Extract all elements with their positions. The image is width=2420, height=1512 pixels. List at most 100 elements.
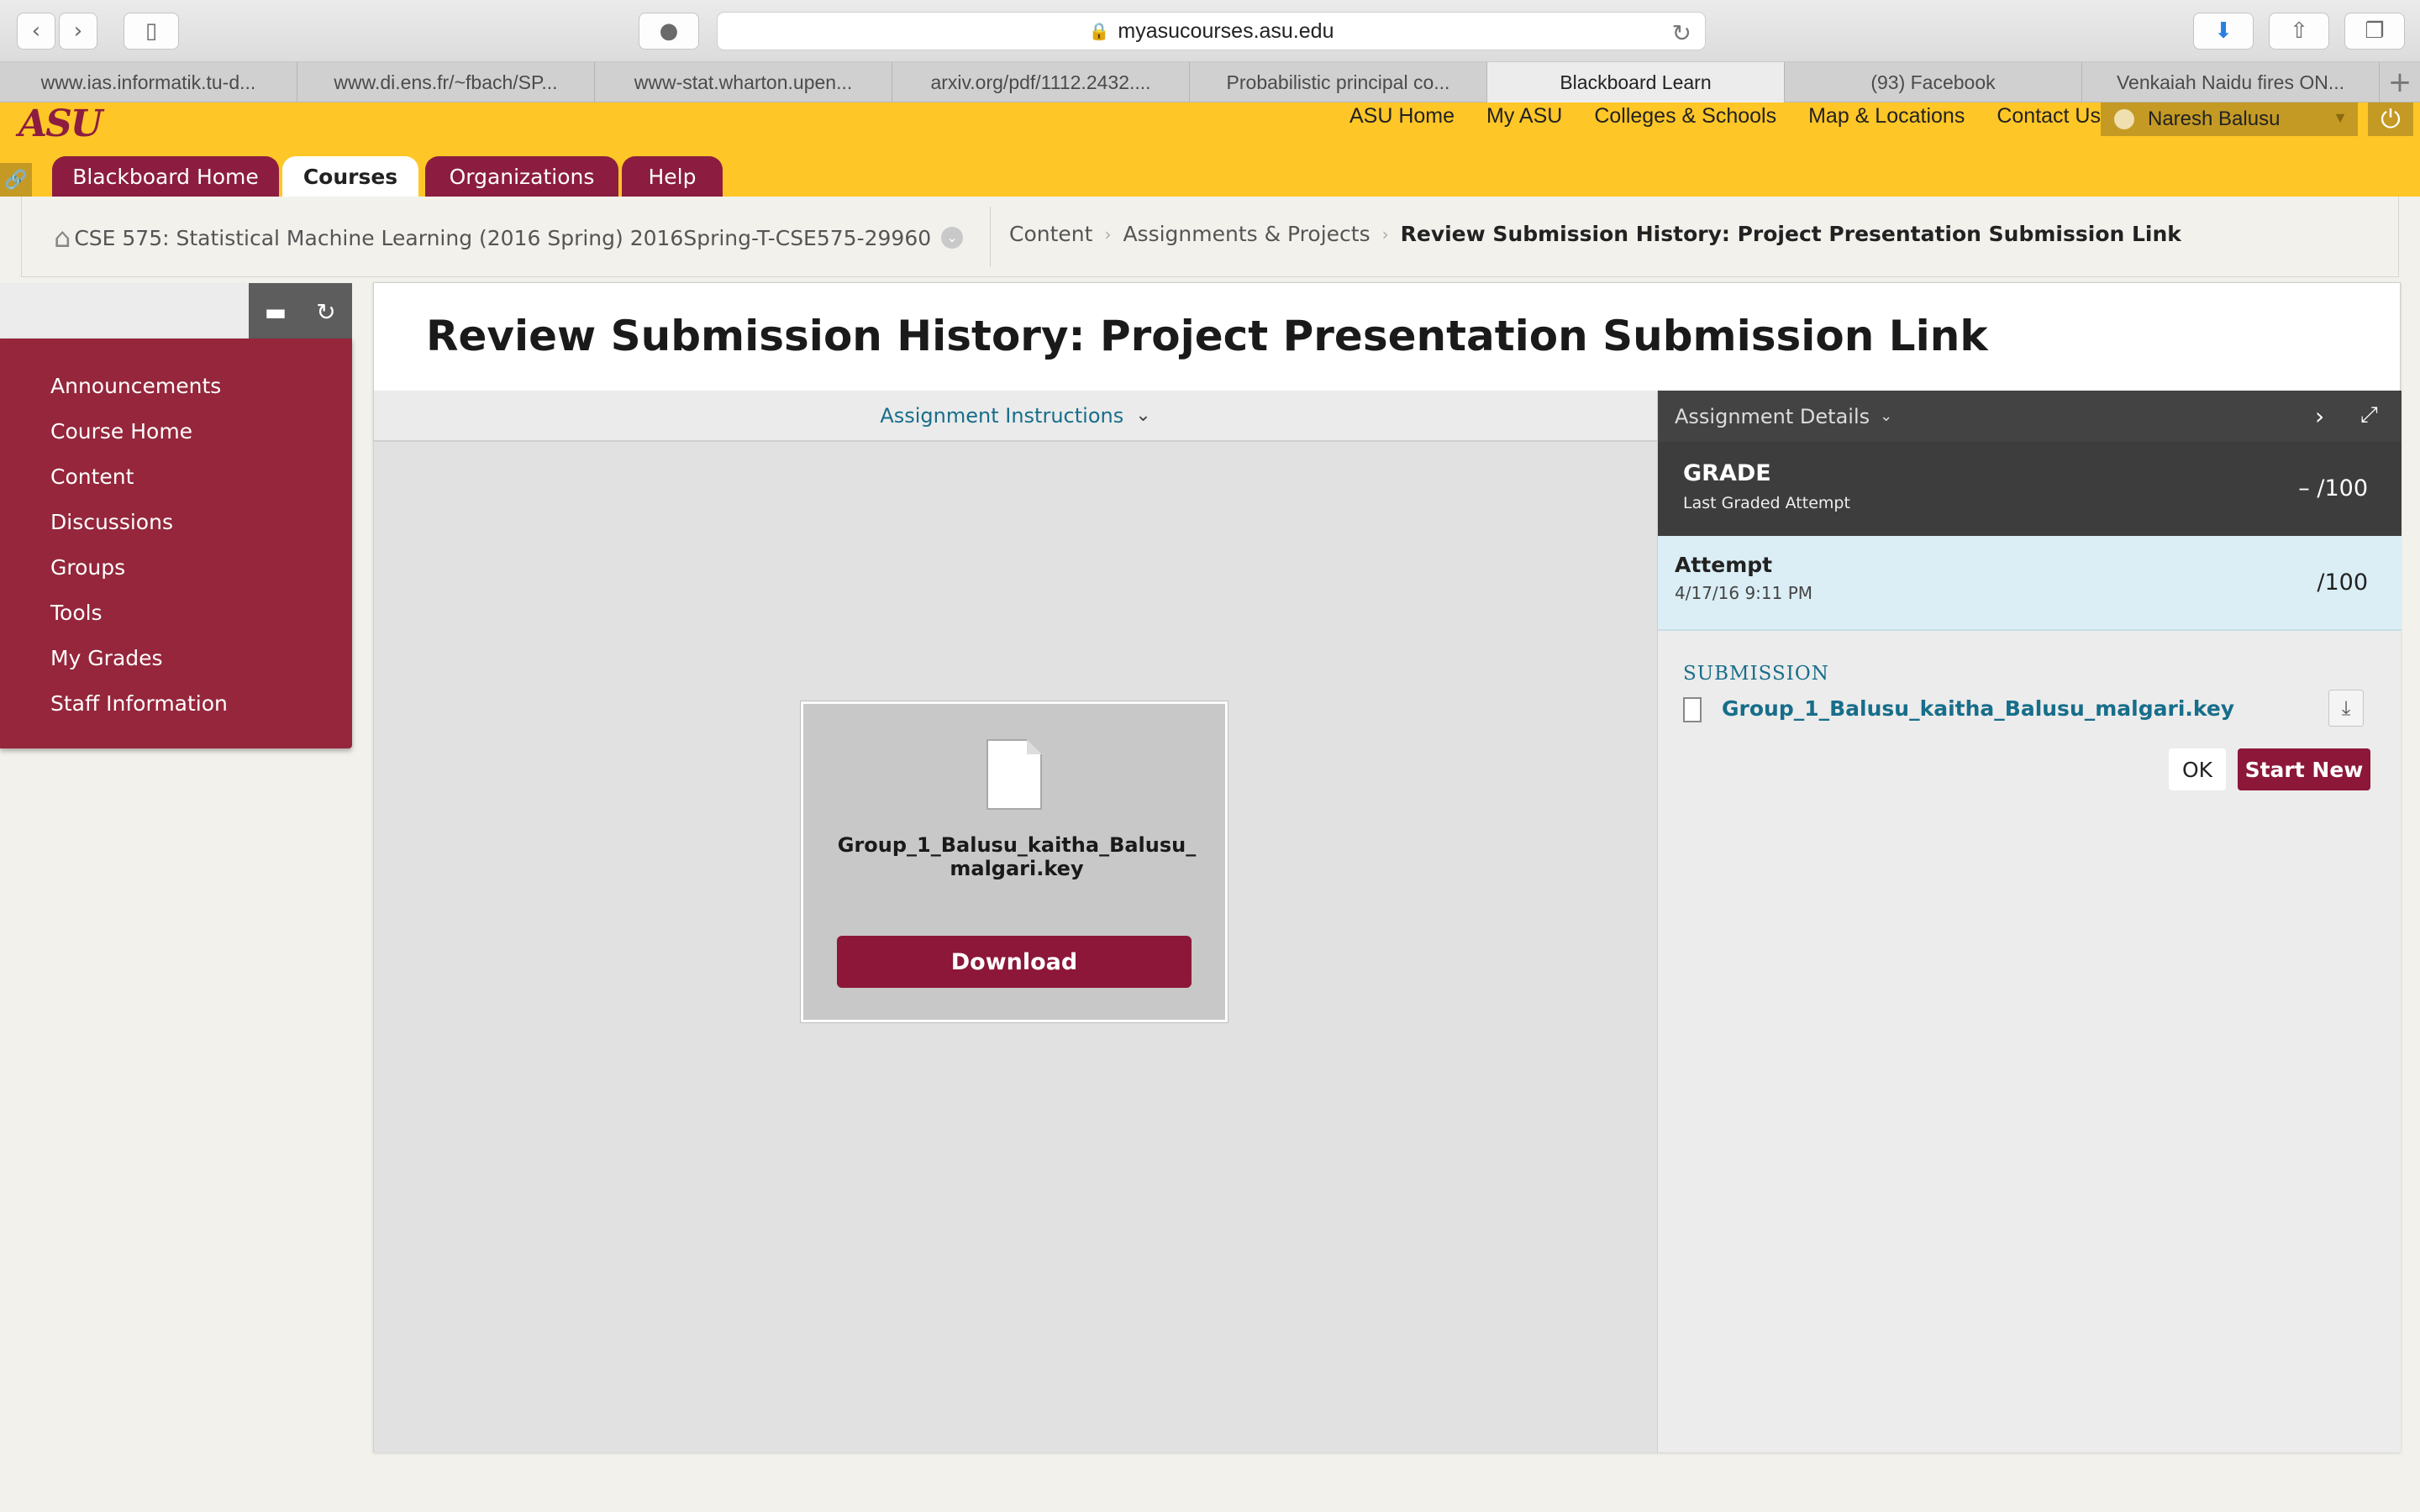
- browser-tab[interactable]: www.ias.informatik.tu-d...: [0, 62, 297, 102]
- attempt-label: Attempt: [1675, 553, 1773, 577]
- menu-item-groups[interactable]: Groups: [0, 545, 352, 591]
- asu-header: ASU ASU Home My ASU Colleges & Schools M…: [0, 102, 2420, 197]
- home-icon: ⌂: [54, 222, 71, 254]
- caret-down-icon: ▼: [2333, 109, 2348, 126]
- folder-view-icon[interactable]: ▬: [259, 295, 292, 328]
- link-asu-home[interactable]: ASU Home: [1349, 102, 1455, 129]
- assignment-instructions-toggle[interactable]: Assignment Instructions ⌄: [374, 391, 1657, 442]
- submission-viewer: Assignment Instructions ⌄ Group_1_Balusu…: [374, 391, 1657, 1452]
- reader-button[interactable]: ●: [639, 13, 699, 50]
- link-icon: 🔗: [4, 169, 28, 191]
- download-icon[interactable]: ⤓: [2328, 690, 2364, 727]
- menu-item-staff-information[interactable]: Staff Information: [0, 681, 352, 727]
- file-preview-card: Group_1_Balusu_kaitha_Balusu_malgari.key…: [801, 701, 1228, 1022]
- document-icon: [1683, 697, 1702, 722]
- browser-tab[interactable]: Venkaiah Naidu fires ON...: [2082, 62, 2380, 102]
- sidebar-toggle-button[interactable]: ▯: [124, 13, 179, 50]
- url-text: myasucourses.asu.edu: [1118, 18, 1334, 43]
- attempt-score: /100: [2317, 570, 2368, 596]
- menu-item-announcements[interactable]: Announcements: [0, 364, 352, 409]
- course-title[interactable]: ⌂ CSE 575: Statistical Machine Learning …: [54, 222, 964, 254]
- details-header-label: Assignment Details: [1675, 404, 1870, 428]
- submission-file-link[interactable]: Group_1_Balusu_kaitha_Balusu_malgari.key: [1722, 696, 2234, 721]
- chevron-right-icon: ›: [1381, 223, 1389, 244]
- divider: [990, 207, 991, 267]
- course-menu: Announcements Course Home Content Discus…: [0, 339, 352, 748]
- assignment-details-header[interactable]: Assignment Details ⌄ › ⤢: [1658, 391, 2402, 442]
- breadcrumb-bar: ⌂ CSE 575: Statistical Machine Learning …: [21, 197, 2399, 277]
- lock-icon: 🔒: [1088, 22, 1110, 41]
- logout-button[interactable]: ⏻: [2368, 102, 2413, 136]
- address-bar[interactable]: 🔒 myasucourses.asu.edu ↻: [717, 12, 1706, 50]
- menu-item-tools[interactable]: Tools: [0, 591, 352, 636]
- tabs-overview-button[interactable]: ❐: [2344, 13, 2405, 50]
- content-frame: Review Submission History: Project Prese…: [373, 282, 2402, 1452]
- browser-tab[interactable]: www.di.ens.fr/~fbach/SP...: [297, 62, 595, 102]
- tab-blackboard-home[interactable]: Blackboard Home: [52, 156, 279, 197]
- chevron-right-icon: ›: [1104, 223, 1112, 244]
- link-contact-us[interactable]: Contact Us: [1996, 102, 2101, 129]
- chevron-right-icon[interactable]: ›: [2315, 402, 2324, 430]
- privacy-icon: ●: [659, 18, 679, 44]
- browser-tab[interactable]: (93) Facebook: [1785, 62, 2082, 102]
- menu-item-course-home[interactable]: Course Home: [0, 409, 352, 454]
- browser-tab[interactable]: arxiv.org/pdf/1112.2432....: [892, 62, 1190, 102]
- link-colleges-schools[interactable]: Colleges & Schools: [1594, 102, 1776, 129]
- tab-courses[interactable]: Courses: [282, 156, 418, 197]
- new-tab-button[interactable]: +: [2380, 62, 2420, 102]
- tabs-icon: ❐: [2365, 18, 2385, 44]
- breadcrumb-current: Review Submission History: Project Prese…: [1400, 222, 2181, 246]
- user-menu[interactable]: Naresh Balusu ▼: [2101, 102, 2358, 136]
- tab-organizations[interactable]: Organizations: [425, 156, 618, 197]
- user-name: Naresh Balusu: [2148, 108, 2281, 130]
- reload-icon[interactable]: ↻: [1672, 19, 1691, 47]
- start-new-button[interactable]: Start New: [2238, 748, 2370, 790]
- file-name: Group_1_Balusu_kaitha_Balusu_malgari.key: [837, 833, 1197, 880]
- grade-sub-label: Last Graded Attempt: [1683, 494, 1850, 512]
- chevron-down-icon[interactable]: ⌄: [941, 227, 964, 249]
- course-menu-toolbar: ▬ ↻: [0, 283, 352, 339]
- share-button[interactable]: ⇧: [2269, 13, 2329, 50]
- asu-logo[interactable]: ASU: [18, 102, 103, 145]
- chevron-down-icon: ⌄: [1135, 405, 1151, 426]
- forward-button[interactable]: ›: [59, 13, 97, 50]
- download-icon: ⬇: [2214, 18, 2233, 44]
- attempt-date: 4/17/16 9:11 PM: [1675, 583, 1813, 603]
- downloads-button[interactable]: ⬇: [2193, 13, 2254, 50]
- browser-tab-active[interactable]: Blackboard Learn: [1487, 62, 1785, 102]
- expand-icon[interactable]: ⤢: [2360, 402, 2378, 428]
- submission-heading: SUBMISSION: [1683, 663, 1829, 685]
- link-my-asu[interactable]: My ASU: [1486, 102, 1562, 129]
- grade-label: GRADE: [1683, 460, 1771, 486]
- back-button[interactable]: ‹: [17, 13, 55, 50]
- page-title: Review Submission History: Project Prese…: [426, 312, 1988, 360]
- assignment-details-panel: Assignment Details ⌄ › ⤢ GRADE Last Grad…: [1657, 391, 2402, 1452]
- grade-score: – /100: [2298, 475, 2368, 501]
- tab-strip: www.ias.informatik.tu-d... www.di.ens.fr…: [0, 62, 2420, 102]
- menu-item-my-grades[interactable]: My Grades: [0, 636, 352, 681]
- ok-button[interactable]: OK: [2169, 748, 2226, 790]
- refresh-icon[interactable]: ↻: [309, 295, 343, 328]
- breadcrumb-content[interactable]: Content: [1009, 222, 1092, 246]
- instructions-label: Assignment Instructions: [880, 403, 1124, 428]
- attempt-row[interactable]: Attempt 4/17/16 9:11 PM /100: [1658, 536, 2402, 631]
- browser-tab[interactable]: www-stat.wharton.upen...: [595, 62, 892, 102]
- course-name-text: CSE 575: Statistical Machine Learning (2…: [74, 225, 932, 250]
- menu-item-content[interactable]: Content: [0, 454, 352, 500]
- course-menu-search[interactable]: [0, 283, 249, 339]
- menu-item-discussions[interactable]: Discussions: [0, 500, 352, 545]
- tab-help[interactable]: Help: [622, 156, 723, 197]
- chevron-down-icon: ⌄: [1880, 407, 1893, 425]
- breadcrumb-assignments[interactable]: Assignments & Projects: [1123, 222, 1370, 246]
- download-button[interactable]: Download: [837, 936, 1192, 988]
- chevron-right-icon: ›: [73, 18, 83, 44]
- quick-links-button[interactable]: 🔗: [0, 163, 32, 197]
- power-icon: ⏻: [2381, 104, 2401, 134]
- avatar: [2114, 109, 2134, 129]
- top-links: ASU Home My ASU Colleges & Schools Map &…: [1318, 102, 2101, 129]
- browser-toolbar: ‹ › ▯ ● 🔒 myasucourses.asu.edu ↻ ⬇ ⇧ ❐: [0, 0, 2420, 62]
- share-icon: ⇧: [2290, 18, 2308, 44]
- browser-tab[interactable]: Probabilistic principal co...: [1190, 62, 1487, 102]
- document-icon: [986, 739, 1042, 810]
- link-map-locations[interactable]: Map & Locations: [1808, 102, 1965, 129]
